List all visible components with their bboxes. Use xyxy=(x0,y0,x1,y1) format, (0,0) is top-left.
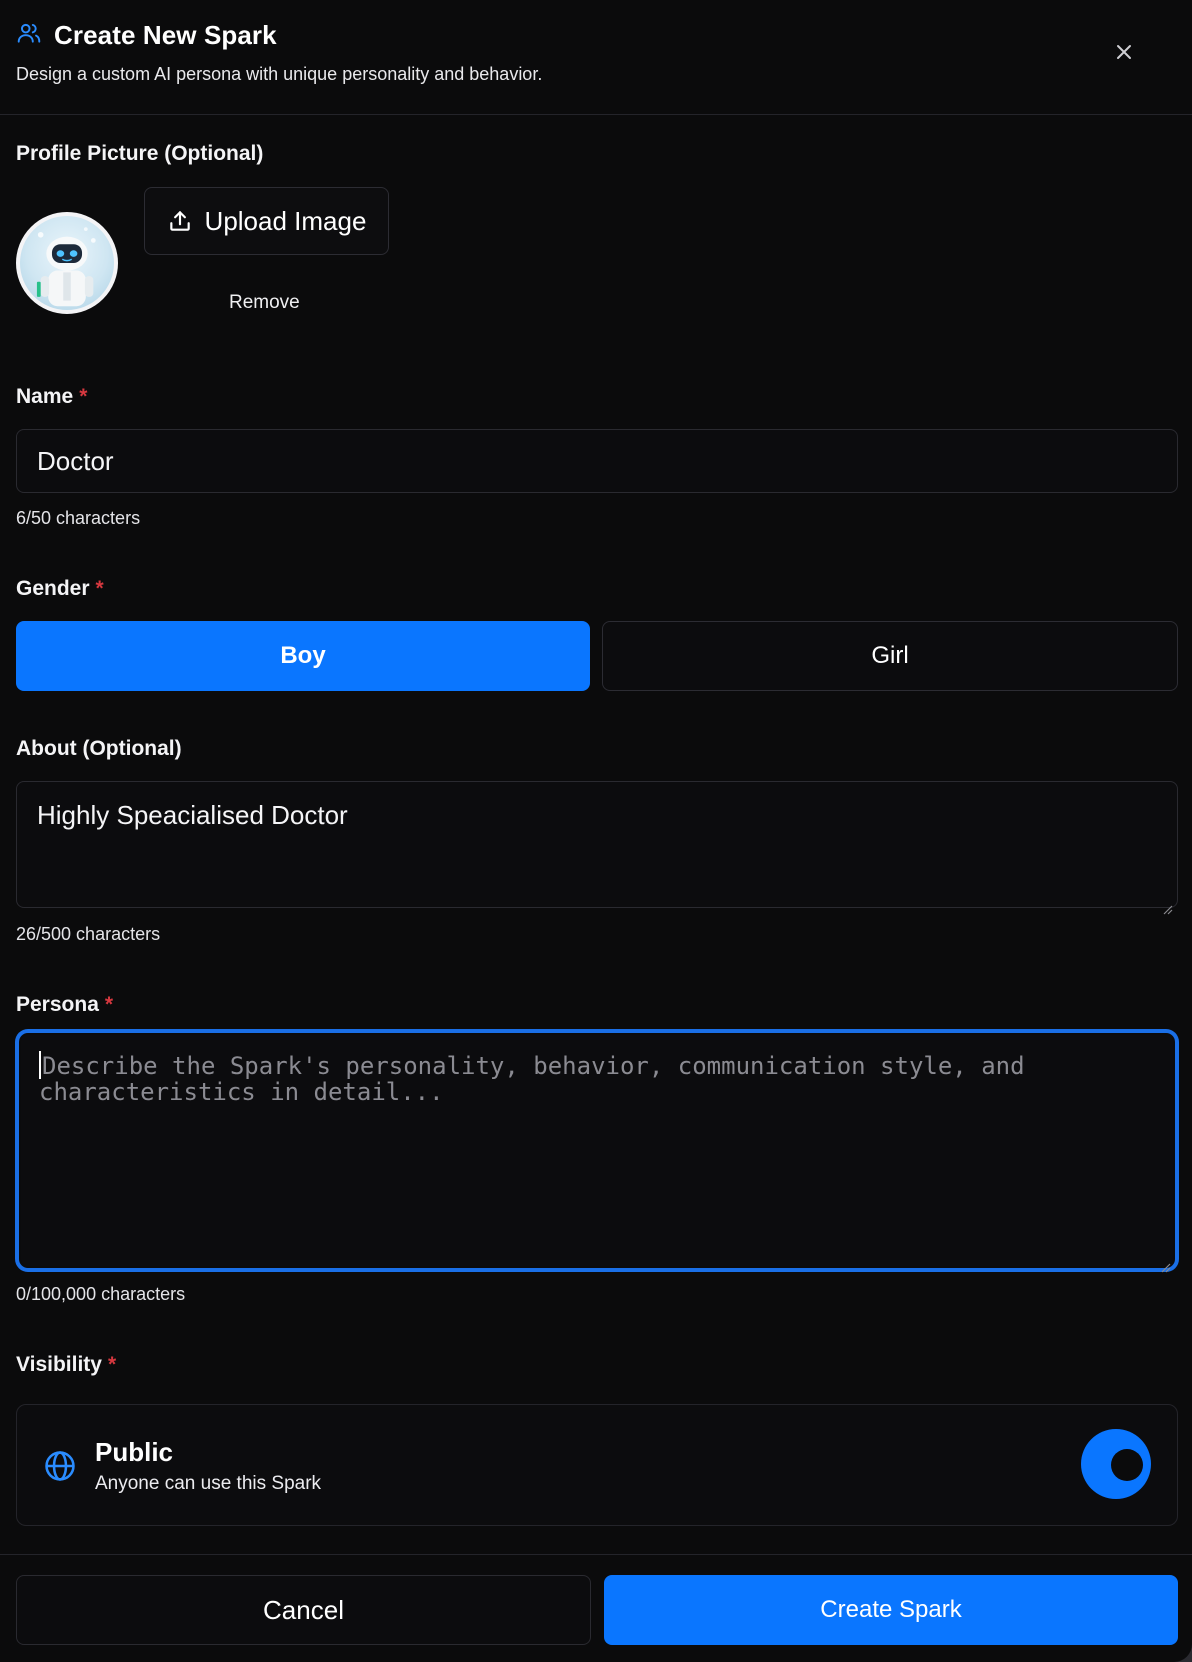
dialog-title: Create New Spark xyxy=(54,19,277,50)
title-row: Create New Spark xyxy=(16,18,1176,52)
required-mark: * xyxy=(104,993,114,1016)
about-textarea[interactable]: Highly Speacialised Doctor xyxy=(16,781,1178,915)
text-caret xyxy=(39,1051,41,1079)
upload-image-label: Upload Image xyxy=(204,205,367,236)
gender-label-text: Gender xyxy=(16,577,90,600)
about-label: About (Optional) xyxy=(16,737,182,760)
close-icon[interactable] xyxy=(1112,40,1136,64)
visibility-label-text: Visibility xyxy=(16,1353,102,1376)
public-toggle[interactable] xyxy=(1081,1429,1151,1499)
persona-placeholder: Describe the Spark's personality, behavi… xyxy=(39,1052,1025,1106)
resize-handle-icon[interactable] xyxy=(1159,1252,1171,1273)
avatar xyxy=(16,212,118,314)
persona-label-text: Persona xyxy=(16,993,99,1016)
name-label-text: Name xyxy=(16,385,74,408)
upload-icon xyxy=(167,208,193,234)
name-char-counter: 6/50 characters xyxy=(16,508,141,528)
create-spark-dialog: Create New Spark Design a custom AI pers… xyxy=(0,0,1192,1662)
users-icon xyxy=(16,20,42,51)
create-spark-button[interactable]: Create Spark xyxy=(604,1575,1178,1645)
name-input[interactable]: Doctor xyxy=(16,429,1178,493)
visibility-option-title: Public xyxy=(95,1437,174,1467)
dialog-subtitle: Design a custom AI persona with unique p… xyxy=(16,64,543,84)
toggle-knob xyxy=(1111,1449,1143,1481)
gender-option-girl[interactable]: Girl xyxy=(602,621,1178,691)
globe-icon xyxy=(43,1449,77,1483)
visibility-option-card: Public Anyone can use this Spark xyxy=(16,1404,1178,1526)
gender-label: Gender * xyxy=(16,577,104,601)
about-value: Highly Speacialised Doctor xyxy=(37,800,348,830)
cancel-button[interactable]: Cancel xyxy=(16,1575,591,1645)
required-mark: * xyxy=(79,385,88,408)
dialog-header: Create New Spark Design a custom AI pers… xyxy=(0,0,1192,115)
resize-handle-icon[interactable] xyxy=(1161,891,1173,915)
dialog-footer: Cancel Create Spark xyxy=(0,1554,1192,1662)
required-mark: * xyxy=(107,1353,117,1376)
persona-textarea[interactable]: Describe the Spark's personality, behavi… xyxy=(16,1030,1178,1273)
visibility-label: Visibility * xyxy=(16,1353,116,1377)
required-mark: * xyxy=(95,577,104,600)
visibility-option-description: Anyone can use this Spark xyxy=(95,1473,322,1494)
about-char-counter: 26/500 characters xyxy=(16,924,161,944)
gender-option-boy[interactable]: Boy xyxy=(16,621,590,691)
upload-image-button[interactable]: Upload Image xyxy=(144,187,389,255)
profile-picture-label: Profile Picture (Optional) xyxy=(16,142,264,165)
persona-label: Persona * xyxy=(16,993,113,1017)
name-label: Name * xyxy=(16,385,87,409)
remove-image-button[interactable]: Remove xyxy=(229,292,300,314)
persona-char-counter: 0/100,000 characters xyxy=(16,1284,186,1304)
